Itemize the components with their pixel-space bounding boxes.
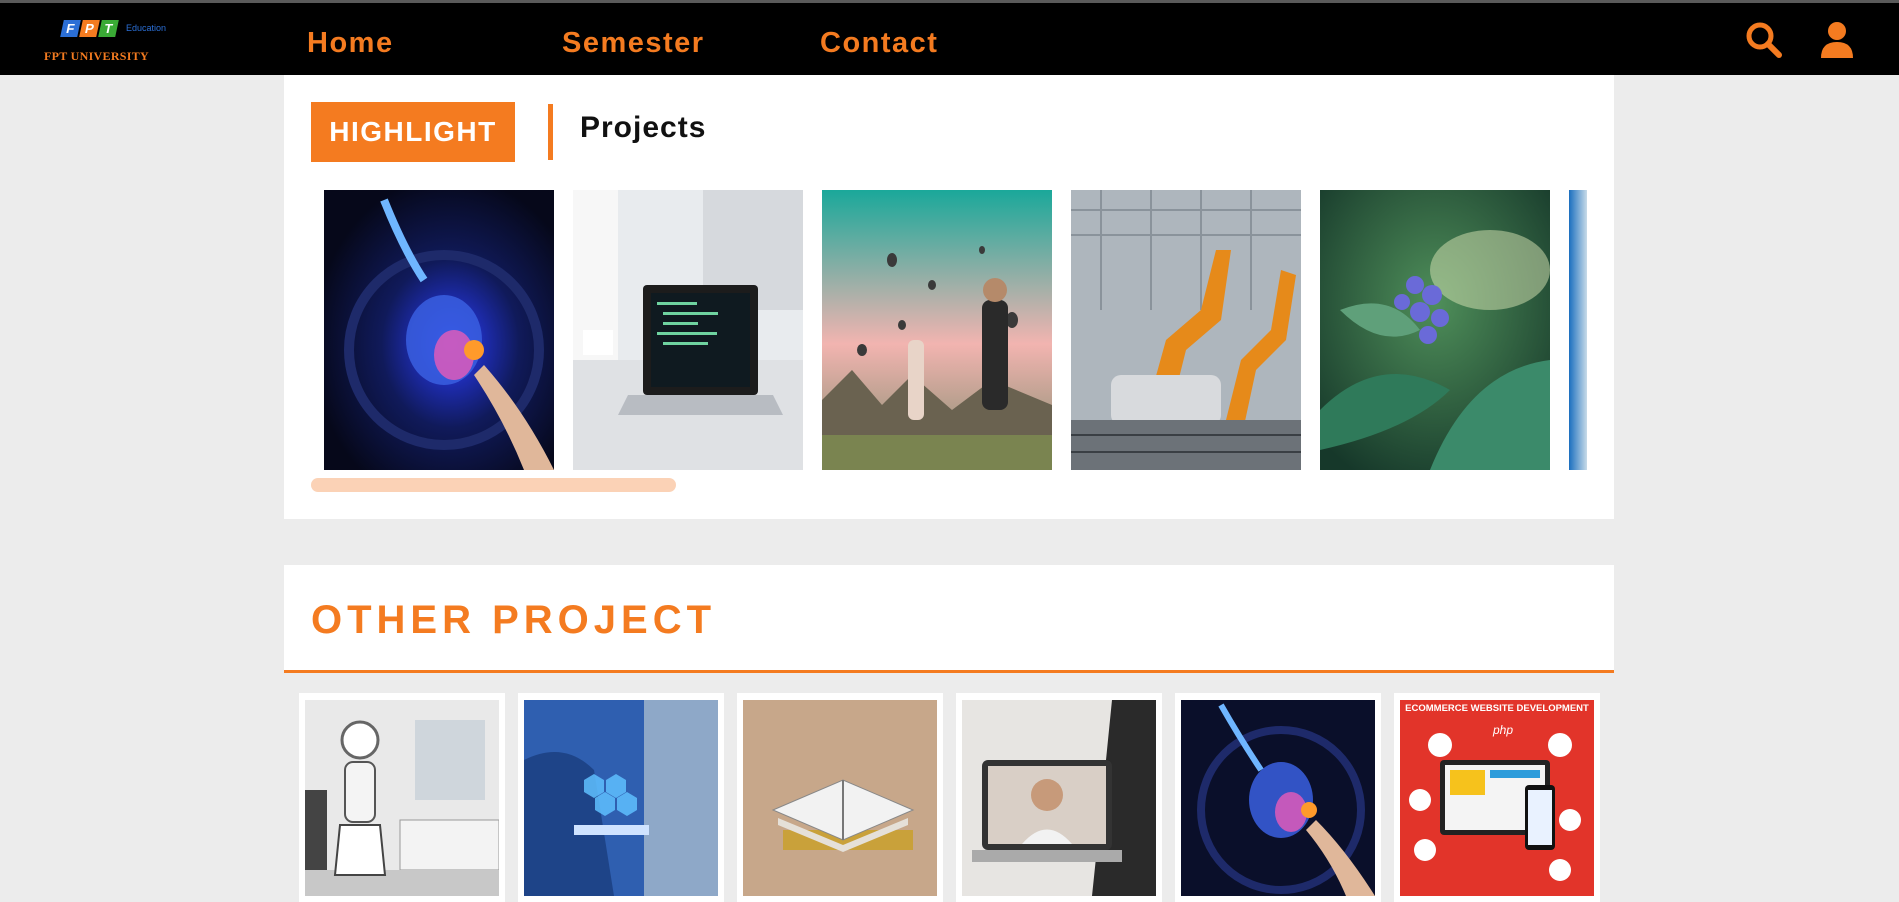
logo-university-text: FPT UNIVERSITY	[44, 49, 149, 63]
search-icon[interactable]	[1745, 21, 1783, 59]
logo-mark: FPT	[60, 20, 119, 38]
highlight-badge: HIGHLIGHT	[311, 102, 515, 162]
ecommerce-banner-text: ECOMMERCE WEBSITE DEVELOPMENT	[1405, 703, 1589, 714]
projects-carousel[interactable]	[324, 190, 1587, 470]
slide-ai-brain-image[interactable]	[324, 190, 554, 470]
fpt-university-logo[interactable]: FPT Education FPT UNIVERSITY	[44, 16, 166, 68]
carousel-scrollbar[interactable]	[311, 478, 676, 492]
slide-laptop-code-image[interactable]	[573, 190, 803, 470]
logo-letter-t: T	[98, 20, 119, 37]
video-call-image	[962, 700, 1156, 896]
logo-letter-p: P	[79, 20, 100, 37]
other-project-section: OTHER PROJECT	[284, 565, 1614, 673]
ecommerce-image: ECOMMERCE WEBSITE DEVELOPMENT php	[1400, 700, 1594, 896]
other-project-card[interactable]	[737, 693, 943, 902]
highlight-projects-section: HIGHLIGHT Projects	[284, 75, 1614, 519]
other-project-card[interactable]	[299, 693, 505, 902]
other-project-card[interactable]	[518, 693, 724, 902]
industry-4-0-image	[524, 700, 718, 896]
other-project-heading: OTHER PROJECT	[311, 598, 717, 642]
other-project-card[interactable]: ECOMMERCE WEBSITE DEVELOPMENT php	[1394, 693, 1600, 902]
slide-balloons-image[interactable]	[822, 190, 1052, 470]
robot-hospital-image	[305, 700, 499, 896]
projects-heading: Projects	[580, 111, 707, 144]
nav-contact-link[interactable]: Contact	[820, 27, 938, 60]
ai-brain-image	[1181, 700, 1375, 896]
logo-education-text: Education	[126, 23, 167, 33]
php-logo-text: php	[1492, 723, 1513, 737]
nav-home-link[interactable]: Home	[307, 27, 394, 60]
logo-letter-f: F	[60, 20, 81, 37]
slide-robot-factory-image[interactable]	[1071, 190, 1301, 470]
other-project-card[interactable]	[1175, 693, 1381, 902]
highlight-divider	[548, 104, 553, 160]
slide-partial-image[interactable]	[1569, 190, 1587, 470]
top-navbar: FPT Education FPT UNIVERSITY Home Semest…	[0, 3, 1899, 75]
slide-blueberry-image[interactable]	[1320, 190, 1550, 470]
other-project-card[interactable]	[956, 693, 1162, 902]
open-books-image	[743, 700, 937, 896]
nav-semester-link[interactable]: Semester	[562, 27, 705, 60]
user-icon[interactable]	[1820, 21, 1854, 59]
